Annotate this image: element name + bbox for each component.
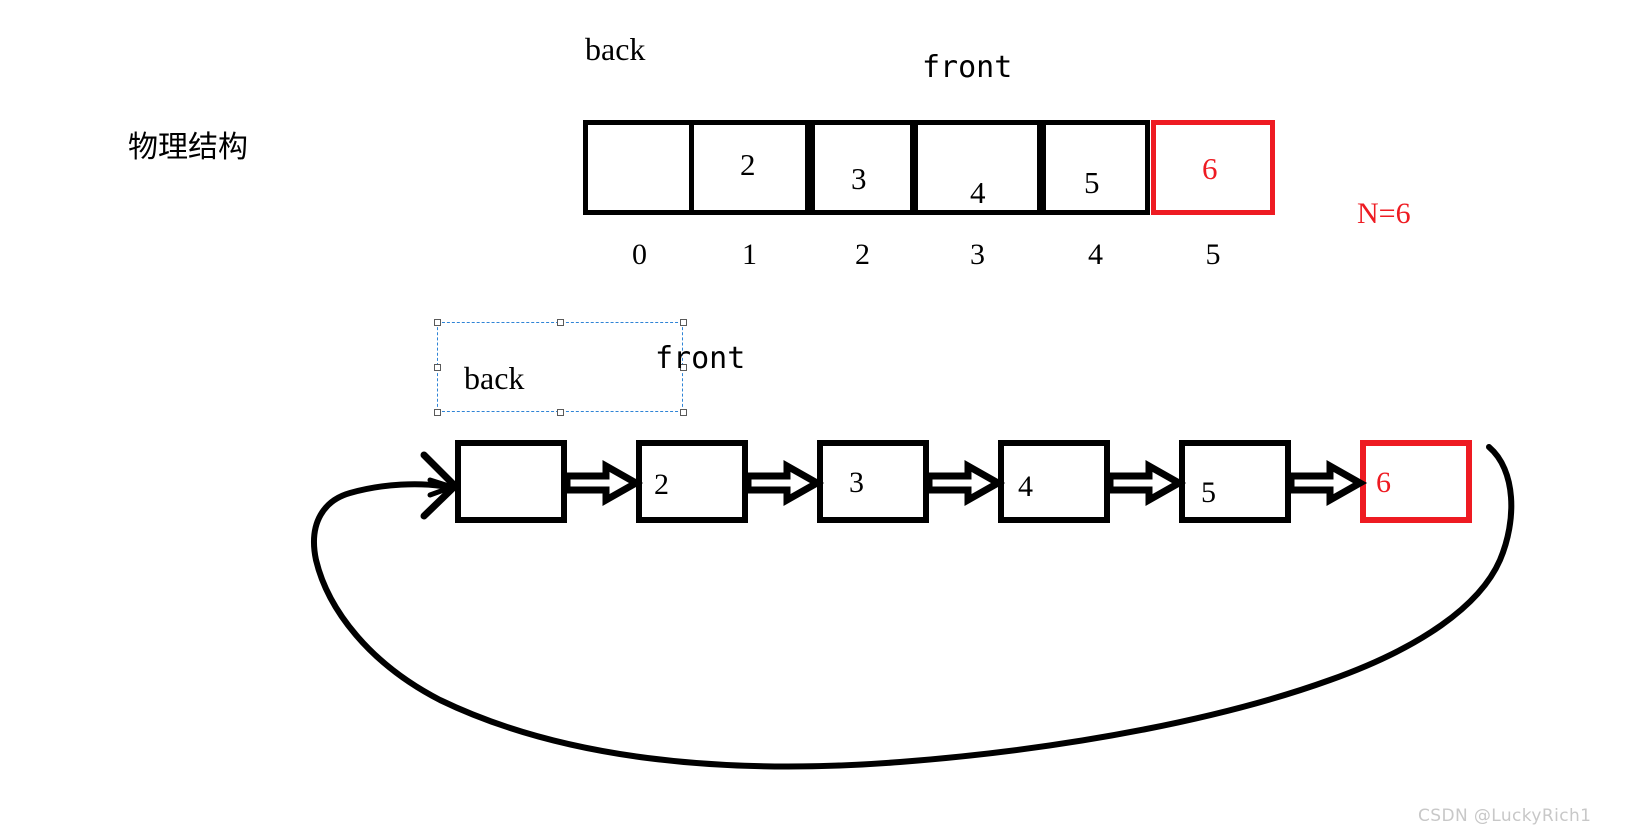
circular-link-path xyxy=(311,444,1515,770)
diagram-canvas: 物理结构 back front 02132435465 N=6 back fro… xyxy=(0,0,1648,840)
circular-link-curve xyxy=(311,444,1515,770)
watermark: CSDN @LuckyRich1 xyxy=(1418,806,1592,826)
